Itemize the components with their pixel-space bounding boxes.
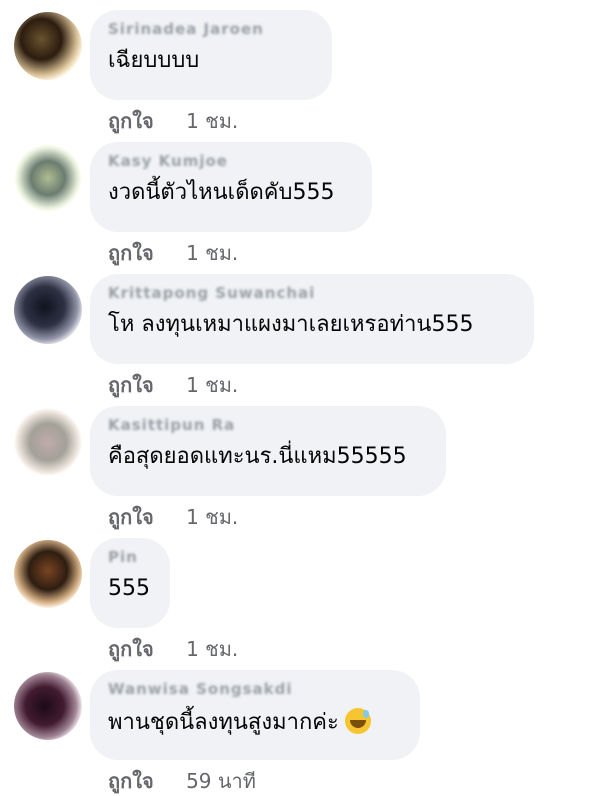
comment-item: Sirinadea Jaroen เฉียบบบบ ถูกใจ 1 ชม. <box>0 0 600 134</box>
comment-time[interactable]: 1 ชม. <box>186 505 238 529</box>
comment-actions: ถูกใจ 1 ชม. <box>108 240 238 266</box>
comment-bubble: Sirinadea Jaroen เฉียบบบบ <box>90 10 332 100</box>
comment-actions: ถูกใจ 1 ชม. <box>108 504 238 530</box>
comment-bubble: Krittapong Suwanchai โห ลงทุนเหมาแผงมาเล… <box>90 274 534 364</box>
avatar[interactable] <box>14 540 82 608</box>
avatar[interactable] <box>14 144 82 212</box>
comment-author[interactable]: Kasittipun Ra <box>108 416 424 438</box>
comment-bubble: Kasittipun Ra คือสุดยอดแทะนร.นี่แหม55555 <box>90 406 446 496</box>
comment-actions: ถูกใจ 1 ชม. <box>108 636 238 662</box>
comment-time[interactable]: 1 ชม. <box>186 373 238 397</box>
like-button[interactable]: ถูกใจ <box>108 505 154 529</box>
comment-bubble: Pin 555 <box>90 538 170 628</box>
comment-time[interactable]: 1 ชม. <box>186 637 238 661</box>
comment-text: 555 <box>108 576 150 601</box>
comment-item: Kasy Kumjoe งวดนี้ตัวไหนเด็ดคับ555 ถูกใจ… <box>0 132 600 266</box>
comment-item: Wanwisa Songsakdi พานชุดนี้ลงทุนสูงมากค่… <box>0 660 600 794</box>
comment-bubble: Kasy Kumjoe งวดนี้ตัวไหนเด็ดคับ555 <box>90 142 372 232</box>
comment-author[interactable]: Pin <box>108 548 148 570</box>
comment-author[interactable]: Krittapong Suwanchai <box>108 284 512 306</box>
comment-item: Krittapong Suwanchai โห ลงทุนเหมาแผงมาเล… <box>0 264 600 398</box>
like-button[interactable]: ถูกใจ <box>108 373 154 397</box>
comment-actions: ถูกใจ 1 ชม. <box>108 372 238 398</box>
comment-time[interactable]: 1 ชม. <box>186 109 238 133</box>
comment-time[interactable]: 59 นาที <box>186 769 256 793</box>
comment-author[interactable]: Sirinadea Jaroen <box>108 20 310 42</box>
comment-actions: ถูกใจ 59 นาที <box>108 768 256 794</box>
comment-text: คือสุดยอดแทะนร.นี่แหม55555 <box>108 444 407 469</box>
comment-text-row: พานชุดนี้ลงทุนสูงมากค่ะ <box>108 708 398 736</box>
like-button[interactable]: ถูกใจ <box>108 637 154 661</box>
avatar[interactable] <box>14 12 82 80</box>
comment-text: เฉียบบบบ <box>108 48 200 73</box>
like-button[interactable]: ถูกใจ <box>108 769 154 793</box>
comment-item: Kasittipun Ra คือสุดยอดแทะนร.นี่แหม55555… <box>0 396 600 530</box>
comment-time[interactable]: 1 ชม. <box>186 241 238 265</box>
comment-text: โห ลงทุนเหมาแผงมาเลยเหรอท่าน555 <box>108 312 474 337</box>
avatar[interactable] <box>14 276 82 344</box>
comment-item: Pin 555 ถูกใจ 1 ชม. <box>0 528 600 662</box>
comment-actions: ถูกใจ 1 ชม. <box>108 108 238 134</box>
comment-bubble: Wanwisa Songsakdi พานชุดนี้ลงทุนสูงมากค่… <box>90 670 420 760</box>
comment-author[interactable]: Kasy Kumjoe <box>108 152 350 174</box>
comment-text: งวดนี้ตัวไหนเด็ดคับ555 <box>108 180 335 205</box>
like-button[interactable]: ถูกใจ <box>108 109 154 133</box>
avatar[interactable] <box>14 672 82 740</box>
comment-text: พานชุดนี้ลงทุนสูงมากค่ะ <box>108 710 339 735</box>
like-button[interactable]: ถูกใจ <box>108 241 154 265</box>
grinning-sweat-emoji-icon <box>344 708 371 734</box>
avatar[interactable] <box>14 408 82 476</box>
comment-author[interactable]: Wanwisa Songsakdi <box>108 680 398 702</box>
